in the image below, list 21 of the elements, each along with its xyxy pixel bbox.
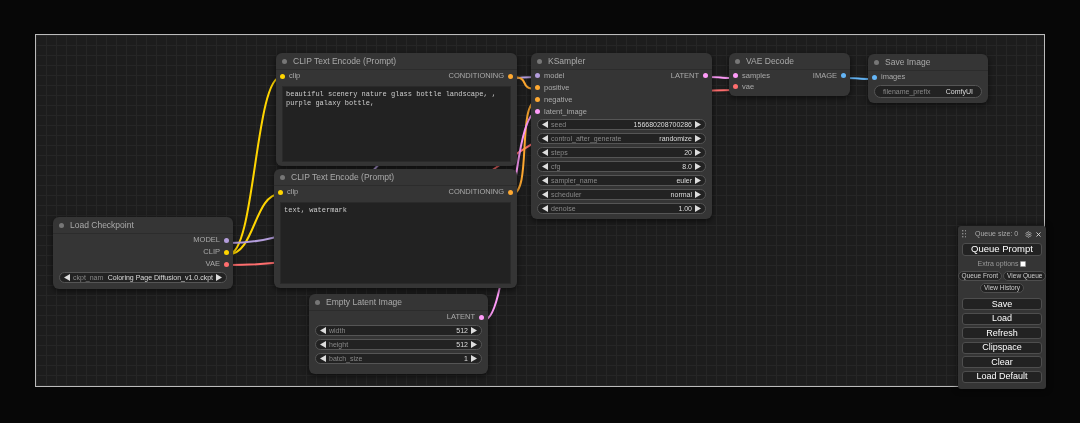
- menu-button[interactable]: Save: [962, 298, 1042, 310]
- increment-arrow-icon[interactable]: [216, 273, 222, 281]
- menu-button[interactable]: Load Default: [962, 370, 1042, 383]
- menu-button[interactable]: Clipspace: [962, 341, 1042, 354]
- extra-options-checkbox[interactable]: [1020, 260, 1027, 267]
- decrement-arrow-icon[interactable]: [64, 273, 70, 281]
- close-icon[interactable]: [1035, 230, 1042, 238]
- node-title: KSampler: [548, 54, 586, 68]
- queue-prompt-button[interactable]: Queue Prompt: [962, 242, 1042, 256]
- node-title: CLIP Text Encode (Prompt): [293, 54, 397, 68]
- node-title: Empty Latent Image: [326, 295, 403, 309]
- node-title: Save Image: [885, 55, 931, 69]
- drag-handle-icon[interactable]: [962, 230, 966, 239]
- menu-button[interactable]: Clear: [962, 356, 1042, 368]
- node-canvas[interactable]: [35, 34, 1045, 387]
- node-title: Load Checkpoint: [70, 218, 134, 232]
- menu-button[interactable]: Load: [962, 312, 1042, 325]
- node-title: CLIP Text Encode (Prompt): [291, 170, 395, 184]
- settings-icon[interactable]: [1025, 230, 1032, 238]
- menu-button[interactable]: Refresh: [962, 327, 1042, 339]
- node-title: VAE Decode: [746, 54, 795, 68]
